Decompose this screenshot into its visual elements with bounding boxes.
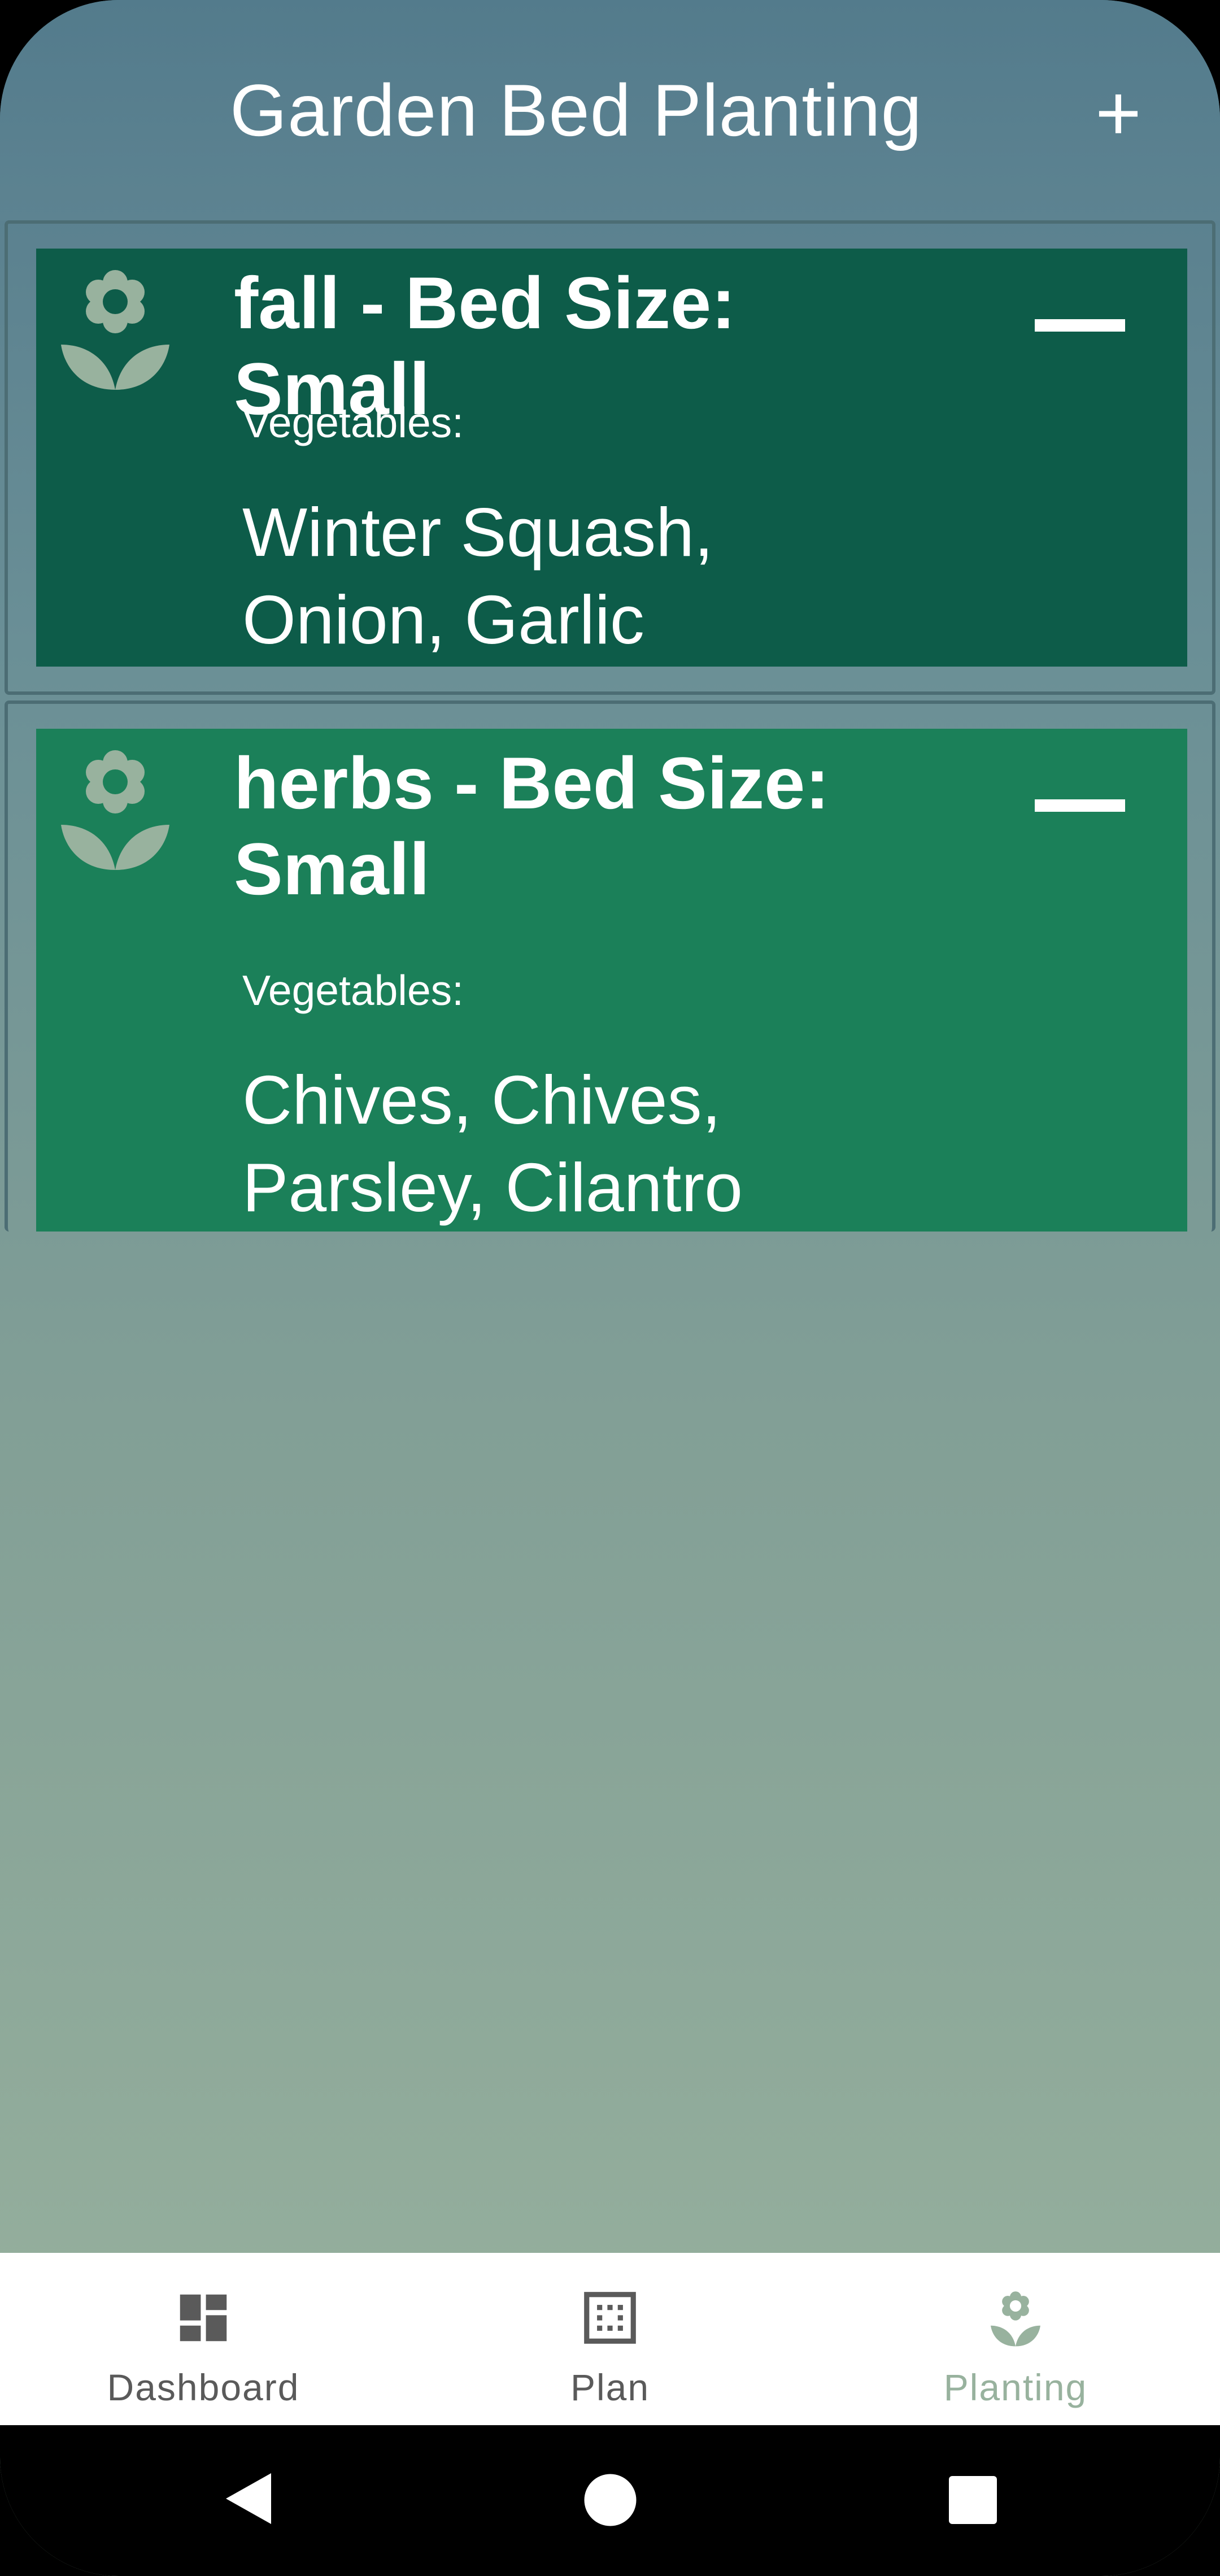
grid-icon <box>584 2292 636 2344</box>
vegetables-list: Winter Squash, Onion, Garlic <box>242 494 714 658</box>
nav-label: Plan <box>570 2366 650 2408</box>
flower-icon <box>61 750 169 870</box>
nav-dashboard[interactable]: Dashboard <box>45 2253 361 2425</box>
flower-icon <box>991 2291 1040 2347</box>
bed-card-herbs[interactable]: herbs - Bed Size: Small Vegetables: Chiv… <box>36 729 1187 1232</box>
nav-planting[interactable]: Planting <box>857 2253 1174 2425</box>
nav-plan[interactable]: Plan <box>452 2253 768 2425</box>
vegetables-label: Vegetables: <box>242 967 464 1014</box>
vegetables-label: Vegetables: <box>242 399 464 446</box>
bed-list: fall - Bed Size: Small Vegetables: Winte… <box>5 220 1215 1237</box>
flower-icon <box>61 270 169 390</box>
nav-label: Planting <box>943 2366 1088 2408</box>
page-title: Garden Bed Planting <box>230 69 922 151</box>
bed-title: herbs - Bed Size: Small <box>234 742 830 910</box>
back-icon[interactable] <box>223 2470 274 2527</box>
app-bar: Garden Bed Planting + <box>0 0 1220 220</box>
dashboard-icon <box>180 2294 227 2342</box>
home-icon[interactable] <box>583 2473 637 2527</box>
recents-icon[interactable] <box>949 2476 997 2524</box>
screen: Garden Bed Planting + fall - Bed Size: S… <box>0 0 1220 2576</box>
bed-card-wrapper: herbs - Bed Size: Small Vegetables: Chiv… <box>5 700 1215 1232</box>
vegetables-list: Chives, Chives, Parsley, Cilantro <box>242 1061 743 1226</box>
nav-label: Dashboard <box>107 2366 300 2408</box>
bed-card-fall[interactable]: fall - Bed Size: Small Vegetables: Winte… <box>36 249 1187 667</box>
bottom-navigation: Dashboard Plan Planting <box>0 2253 1220 2425</box>
remove-bed-button[interactable] <box>1035 799 1125 812</box>
system-navigation-bar <box>0 2425 1220 2576</box>
add-bed-button[interactable]: + <box>1079 68 1158 158</box>
remove-bed-button[interactable] <box>1035 319 1125 332</box>
bed-card-wrapper: fall - Bed Size: Small Vegetables: Winte… <box>5 220 1215 695</box>
